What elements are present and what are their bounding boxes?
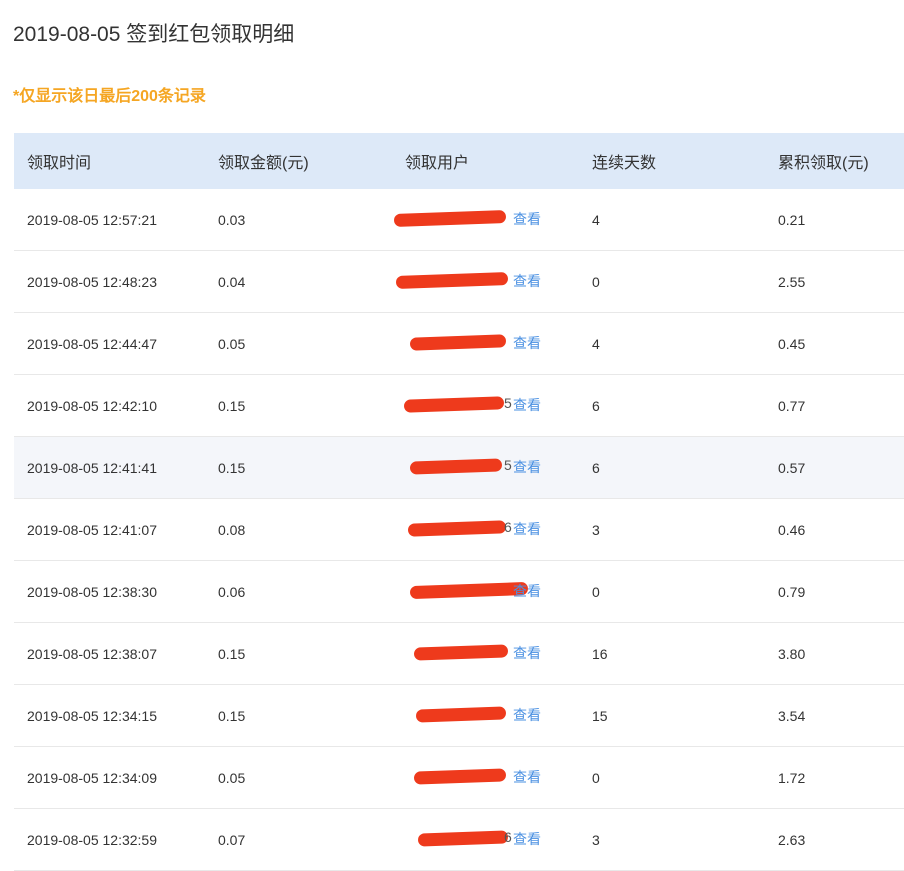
table-row: 2019-08-05 12:57:21 0.03 查看 4 0.21: [14, 189, 904, 251]
cumulative-total: 0.77: [778, 397, 806, 414]
view-user-link[interactable]: 查看: [513, 705, 541, 725]
cumulative-total: 1.72: [778, 769, 806, 786]
view-user-link[interactable]: 查看: [513, 395, 541, 415]
redaction-mark: [415, 706, 507, 723]
header-days: 连续天数: [592, 155, 657, 172]
claim-time: 2019-08-05 12:48:23: [27, 273, 157, 290]
claim-amount: 0.15: [218, 459, 246, 476]
table-row: 2019-08-05 12:41:41 0.15 5 查看 6 0.57: [14, 437, 904, 499]
claim-time: 2019-08-05 12:38:30: [27, 583, 157, 600]
cumulative-total: 0.46: [778, 521, 806, 538]
consecutive-days: 4: [592, 335, 600, 352]
redaction-mark: [407, 520, 507, 537]
redaction-mark: [413, 768, 507, 785]
cumulative-total: 0.57: [778, 459, 806, 476]
claim-time: 2019-08-05 12:34:15: [27, 707, 157, 724]
view-user-link[interactable]: 查看: [513, 457, 541, 477]
redaction-mark: [409, 334, 507, 351]
view-user-link[interactable]: 查看: [513, 829, 541, 849]
consecutive-days: 6: [592, 397, 600, 414]
header-user: 领取用户: [405, 155, 470, 172]
consecutive-days: 15: [592, 707, 608, 724]
table-row: 2019-08-05 12:48:23 0.04 查看 0 2.55: [14, 251, 904, 313]
user-id-tail: 5: [504, 395, 512, 411]
view-user-link[interactable]: 查看: [513, 581, 541, 601]
claim-amount: 0.06: [218, 583, 246, 600]
claim-time: 2019-08-05 12:42:10: [27, 397, 157, 414]
consecutive-days: 3: [592, 521, 600, 538]
view-user-link[interactable]: 查看: [513, 333, 541, 353]
claim-time: 2019-08-05 12:57:21: [27, 211, 157, 228]
claim-amount: 0.04: [218, 273, 246, 290]
header-amount: 领取金额(元): [218, 155, 309, 172]
claim-amount: 0.15: [218, 645, 246, 662]
consecutive-days: 6: [592, 459, 600, 476]
consecutive-days: 0: [592, 583, 600, 600]
header-total: 累积领取(元): [778, 155, 869, 172]
redaction-mark: [403, 396, 505, 413]
user-id-tail: 5: [504, 457, 512, 473]
table-row: 2019-08-05 12:32:59 0.07 6 查看 3 2.63: [14, 809, 904, 871]
cumulative-total: 2.63: [778, 831, 806, 848]
view-user-link[interactable]: 查看: [513, 767, 541, 787]
redaction-mark: [409, 581, 529, 600]
claim-amount: 0.15: [218, 707, 246, 724]
view-user-link[interactable]: 查看: [513, 209, 541, 229]
claim-amount: 0.05: [218, 769, 246, 786]
view-user-link[interactable]: 查看: [513, 271, 541, 291]
table-row: 2019-08-05 12:44:47 0.05 查看 4 0.45: [14, 313, 904, 375]
redaction-mark: [393, 210, 507, 227]
consecutive-days: 4: [592, 211, 600, 228]
consecutive-days: 0: [592, 769, 600, 786]
claim-amount: 0.08: [218, 521, 246, 538]
claim-time: 2019-08-05 12:41:07: [27, 521, 157, 538]
cumulative-total: 0.21: [778, 211, 806, 228]
consecutive-days: 0: [592, 273, 600, 290]
consecutive-days: 3: [592, 831, 600, 848]
view-user-link[interactable]: 查看: [513, 519, 541, 539]
claim-time: 2019-08-05 12:41:41: [27, 459, 157, 476]
cumulative-total: 0.45: [778, 335, 806, 352]
table-body: 2019-08-05 12:57:21 0.03 查看 4 0.21 2019-08-05…: [14, 189, 904, 871]
claim-time: 2019-08-05 12:44:47: [27, 335, 157, 352]
redaction-mark: [417, 830, 509, 847]
claim-time: 2019-08-05 12:32:59: [27, 831, 157, 848]
table-row: 2019-08-05 12:38:30 0.06 查看 0 0.79: [14, 561, 904, 623]
cumulative-total: 2.55: [778, 273, 806, 290]
consecutive-days: 16: [592, 645, 608, 662]
claim-amount: 0.07: [218, 831, 246, 848]
redaction-mark: [409, 458, 503, 475]
header-time: 领取时间: [27, 155, 92, 172]
redaction-mark: [395, 272, 509, 289]
table-row: 2019-08-05 12:41:07 0.08 6 查看 3 0.46: [14, 499, 904, 561]
claim-amount: 0.15: [218, 397, 246, 414]
record-limit-note: *仅显示该日最后200条记录: [13, 88, 206, 105]
claim-amount: 0.05: [218, 335, 246, 352]
claim-time: 2019-08-05 12:38:07: [27, 645, 157, 662]
user-id-tail: 6: [504, 829, 512, 845]
table-row: 2019-08-05 12:42:10 0.15 5 查看 6 0.77: [14, 375, 904, 437]
table-header: 领取时间 领取金额(元) 领取用户 连续天数 累积领取(元): [14, 133, 904, 189]
user-id-tail: 6: [504, 519, 512, 535]
view-user-link[interactable]: 查看: [513, 643, 541, 663]
table-row: 2019-08-05 12:38:07 0.15 查看 16 3.80: [14, 623, 904, 685]
table-row: 2019-08-05 12:34:09 0.05 查看 0 1.72: [14, 747, 904, 809]
table-row: 2019-08-05 12:34:15 0.15 查看 15 3.54: [14, 685, 904, 747]
claim-time: 2019-08-05 12:34:09: [27, 769, 157, 786]
cumulative-total: 0.79: [778, 583, 806, 600]
cumulative-total: 3.54: [778, 707, 806, 724]
claims-table: 领取时间 领取金额(元) 领取用户 连续天数 累积领取(元) 2019-08-0…: [14, 133, 904, 871]
page-title: 2019-08-05 签到红包领取明细: [13, 23, 295, 46]
claim-amount: 0.03: [218, 211, 246, 228]
cumulative-total: 3.80: [778, 645, 806, 662]
redaction-mark: [413, 644, 509, 661]
